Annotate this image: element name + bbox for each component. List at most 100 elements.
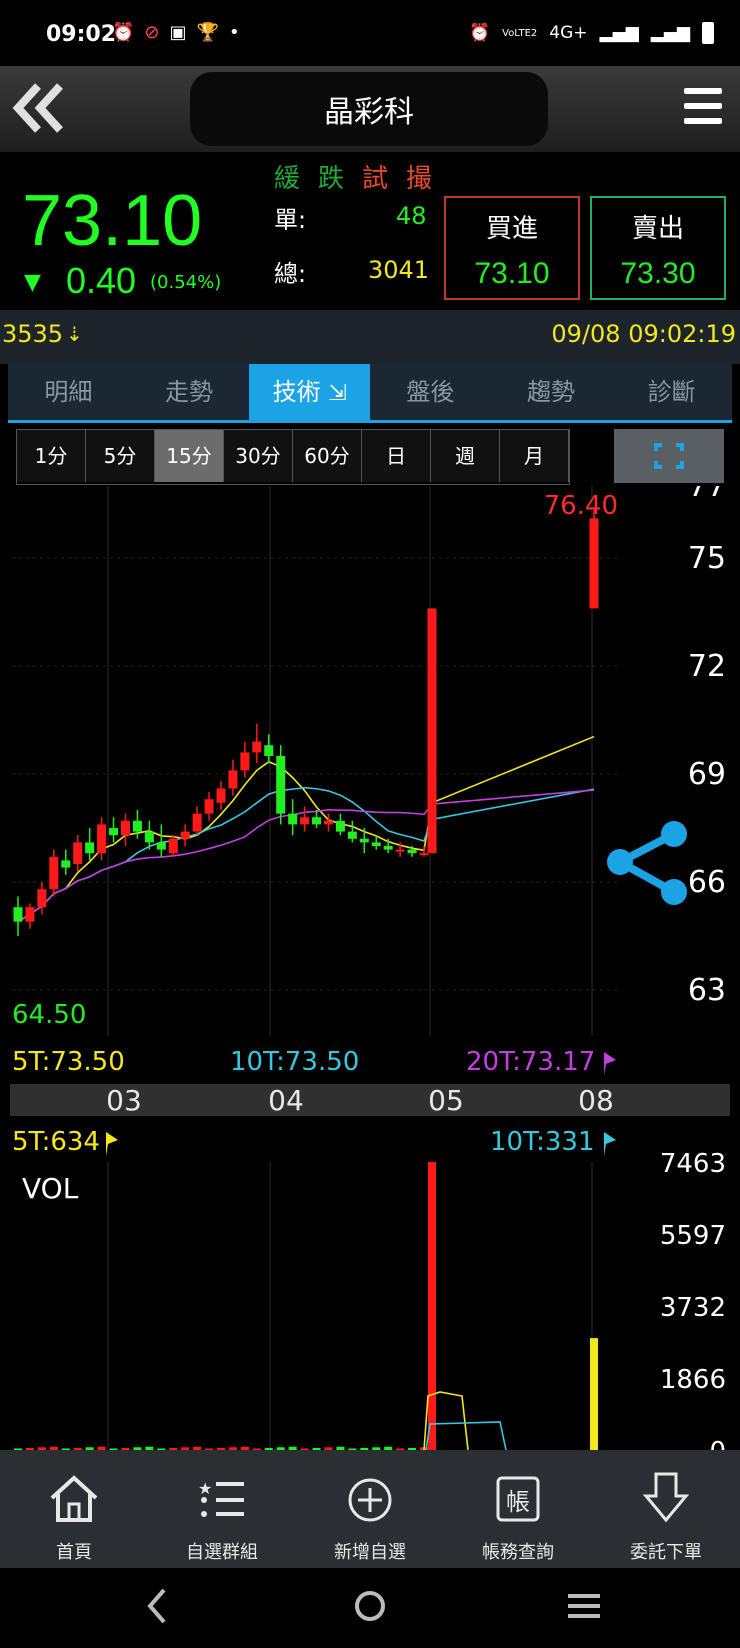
candle-body: [589, 518, 599, 609]
last-price: 73.10: [22, 181, 203, 261]
total-label: 總:: [274, 260, 307, 288]
dot-icon: •: [228, 22, 240, 43]
tab-technical[interactable]: 技術 ⇲: [249, 364, 371, 420]
nav-order[interactable]: 委託下單: [592, 1450, 740, 1568]
buy-label: 買進: [485, 214, 538, 244]
period-30min[interactable]: 30分: [224, 430, 293, 482]
ma20-legend: 20T:73.17: [466, 1047, 595, 1077]
candle-body: [395, 849, 405, 852]
volume-bar: [590, 1338, 598, 1450]
menu-button[interactable]: [684, 88, 722, 128]
volume-tick-label: 5597: [660, 1221, 726, 1251]
tab-trend-analysis[interactable]: 趨勢: [491, 364, 612, 420]
add-circle-icon: [348, 1478, 392, 1522]
nav-account[interactable]: 帳 帳務查詢: [444, 1450, 592, 1568]
candle-body: [288, 813, 298, 825]
system-home-icon[interactable]: [355, 1591, 385, 1621]
svg-text:帳: 帳: [506, 1488, 530, 1516]
buy-price: 73.10: [474, 257, 550, 290]
candle-body: [407, 849, 417, 854]
battery-icon: [702, 22, 714, 44]
calendar-app-icon: ▣: [169, 22, 187, 43]
alarm-icon: ⏰: [468, 23, 491, 43]
candle-body: [25, 907, 35, 922]
system-recents-icon[interactable]: [568, 1594, 600, 1618]
price-tick-label: 66: [688, 865, 726, 900]
sell-label: 賣出: [631, 214, 684, 244]
nav-watchlist-group[interactable]: ★ 自選群組: [148, 1450, 296, 1568]
price-tick-label: 69: [688, 757, 726, 792]
unit-volume: 48: [396, 202, 427, 230]
period-month[interactable]: 月: [500, 430, 569, 482]
period-week[interactable]: 週: [431, 430, 500, 482]
total-volume: 3041: [368, 256, 430, 284]
quote-datetime: 09/08 09:02:19: [551, 320, 736, 348]
tab-trend[interactable]: 走勢: [129, 364, 250, 420]
system-back-icon[interactable]: [147, 1588, 166, 1624]
nav-home-label: 首頁: [56, 1542, 92, 1563]
candle-body: [371, 842, 381, 846]
buy-box[interactable]: 買進 73.10: [444, 196, 580, 300]
volte-label: VoLTE2: [502, 27, 538, 39]
status-time: 09:02: [46, 22, 117, 47]
nav-add-watch[interactable]: 新增自選: [296, 1450, 444, 1568]
tag-2: 跌: [318, 164, 363, 194]
unit-label: 單:: [274, 206, 307, 234]
candle-body: [240, 752, 250, 771]
candle-body: [252, 741, 262, 753]
quote-panel: 73.10 ▼ 0.40 (0.54%) 緩跌試撮 單: 48 總: 3041 …: [0, 152, 740, 310]
fullscreen-button[interactable]: [614, 429, 724, 483]
back-button[interactable]: [10, 78, 70, 138]
candle-body: [37, 889, 47, 908]
candle-body: [156, 842, 166, 850]
period-1min[interactable]: 1分: [17, 430, 86, 482]
candle-body: [276, 756, 286, 814]
alarm-app-icon: ⏰: [112, 22, 135, 43]
period-day[interactable]: 日: [362, 430, 431, 482]
nav-order-label: 委託下單: [630, 1542, 702, 1563]
candle-body: [109, 828, 119, 836]
app-notification-icon: ⊘: [144, 22, 160, 43]
star-list-icon: ★: [198, 1479, 244, 1517]
trophy-icon: 🏆: [196, 22, 219, 43]
tab-diagnosis[interactable]: 診斷: [611, 364, 732, 420]
candle-body: [264, 745, 274, 756]
account-icon: 帳: [496, 1476, 540, 1522]
tab-detail[interactable]: 明細: [8, 364, 129, 420]
period-60min[interactable]: 60分: [293, 430, 362, 482]
home-icon: [50, 1475, 98, 1522]
volume-title: VOL: [22, 1172, 79, 1205]
date-label: 04: [268, 1084, 304, 1117]
stock-title[interactable]: 晶彩科: [190, 72, 548, 146]
price-change: 0.40: [66, 260, 137, 301]
candle-body: [204, 799, 214, 814]
candle-body: [427, 608, 437, 854]
vol-ma10-flag-icon: [604, 1132, 616, 1156]
candle-body: [97, 824, 107, 854]
period-15min[interactable]: 15分: [155, 430, 224, 482]
vol-ma10-legend: 10T:331: [490, 1127, 595, 1157]
period-5min[interactable]: 5分: [86, 430, 155, 482]
tag-3: 試: [362, 164, 407, 194]
candle-body: [323, 820, 333, 825]
down-arrow-icon: ▼: [24, 270, 41, 295]
nav-home[interactable]: 首頁: [0, 1450, 148, 1568]
info-row: 3535 ⇣ 09/08 09:02:19: [0, 310, 740, 364]
volume-axis: 7463 5597 3732 1866 0: [660, 1149, 726, 1450]
candle-body: [49, 856, 59, 890]
candle-body: [73, 842, 83, 864]
tab-after-hours[interactable]: 盤後: [370, 364, 491, 420]
candle-body: [383, 846, 393, 850]
vol-ma5-legend: 5T:634: [12, 1127, 100, 1157]
collapse-icon: ⇲: [328, 381, 347, 406]
sell-price: 73.30: [620, 257, 696, 290]
candle-body: [144, 831, 154, 843]
volume-tick-label: 0: [709, 1437, 726, 1450]
sell-box[interactable]: 賣出 73.30: [590, 196, 726, 300]
nav-watchlist-group-label: 自選群組: [186, 1542, 258, 1563]
tab-technical-label: 技術: [272, 378, 321, 406]
system-nav-bar: [0, 1568, 740, 1644]
date-label: 03: [106, 1084, 142, 1117]
technical-chart[interactable]: 76.40 64.50 77 75 72 69 66 63 5T:73.50 10T:73…: [0, 486, 740, 1450]
price-tick-label: 77: [688, 486, 726, 504]
